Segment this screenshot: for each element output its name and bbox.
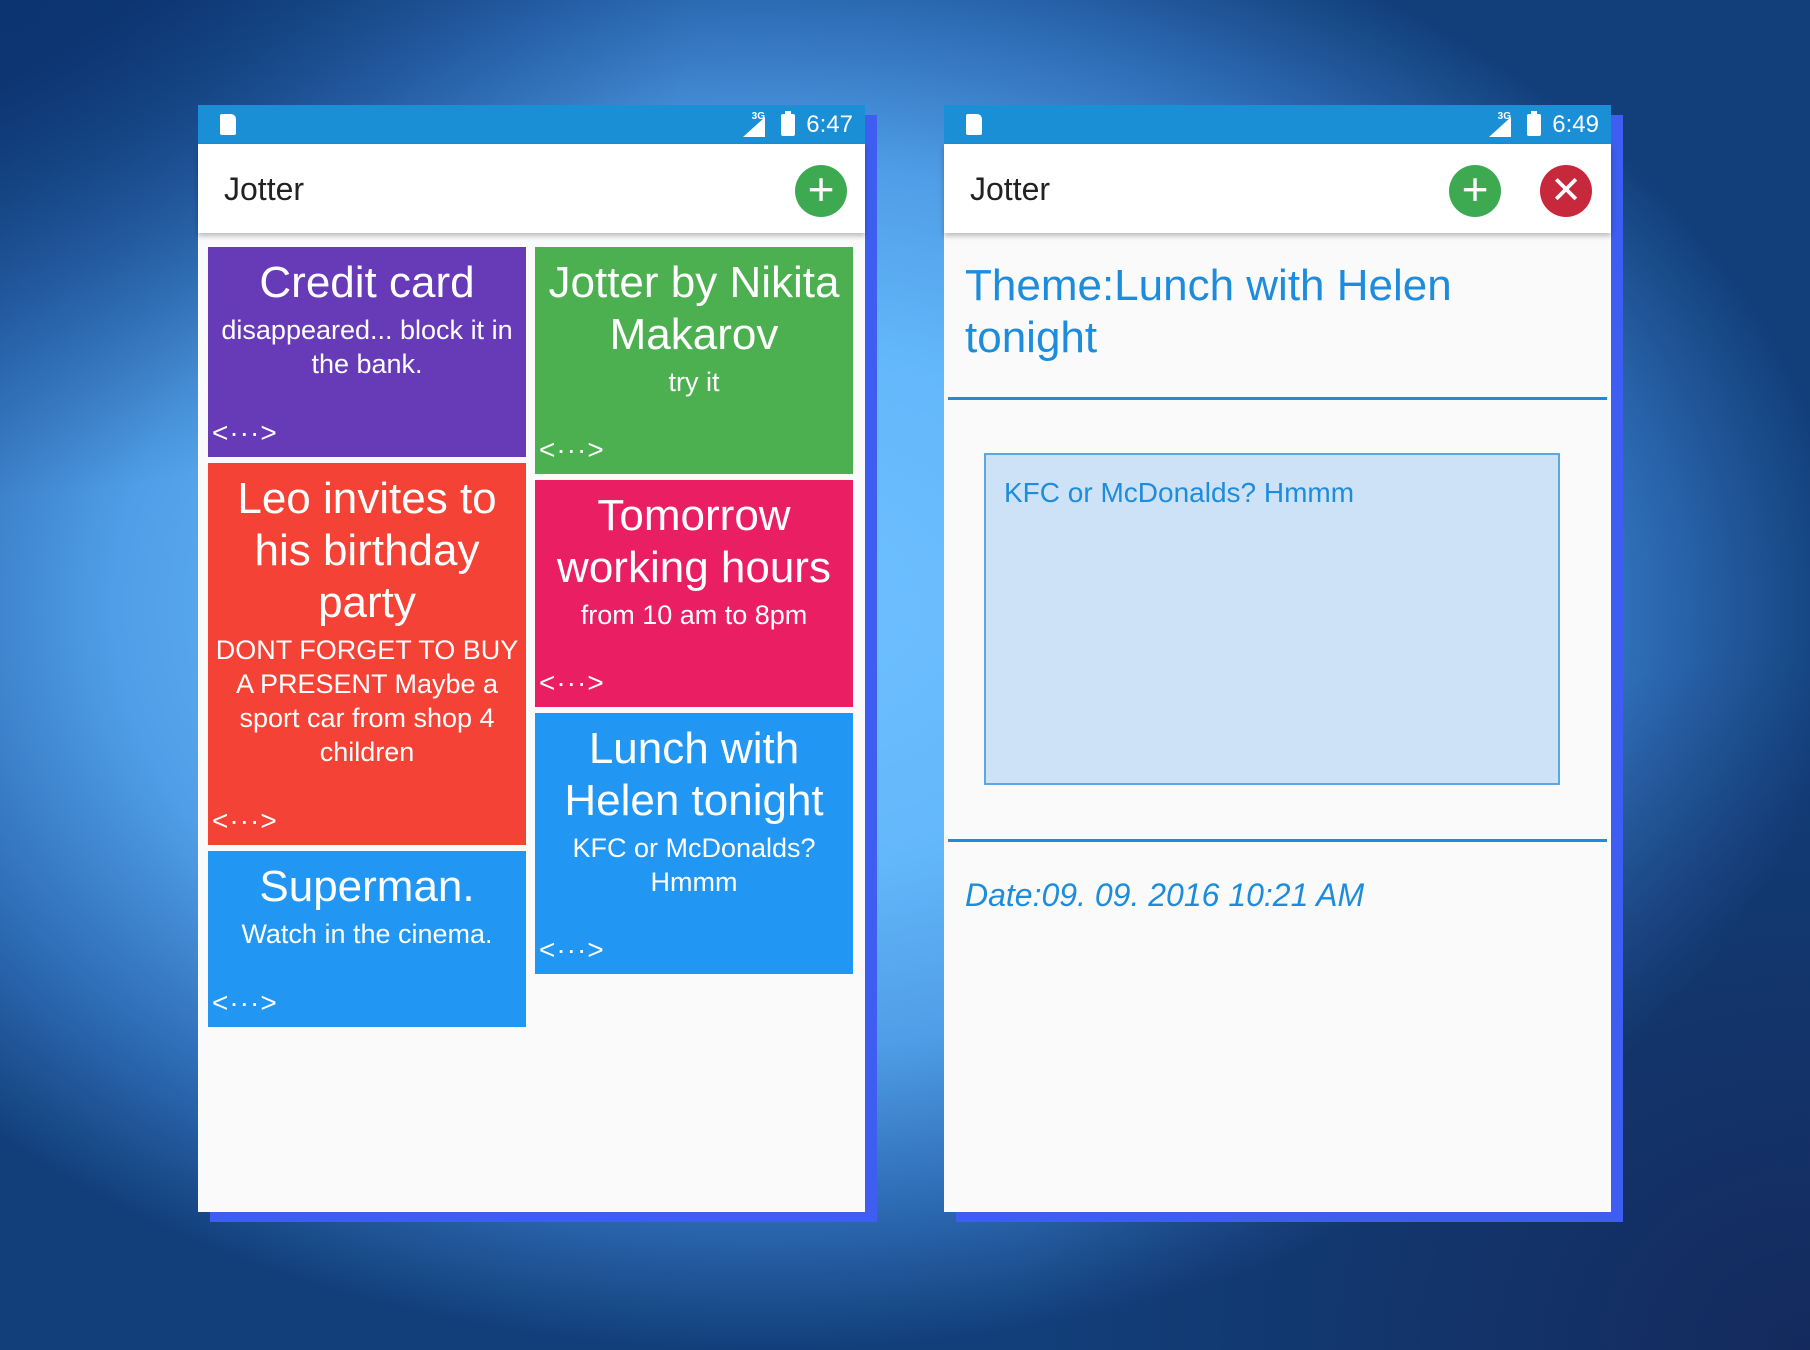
note-title: Superman.	[259, 862, 475, 911]
divider	[948, 839, 1607, 842]
sd-card-icon	[220, 114, 236, 135]
app-title: Jotter	[970, 171, 1051, 207]
note-theme[interactable]: Theme:Lunch with Helen tonight	[965, 260, 1585, 364]
plus-icon: +	[1461, 163, 1489, 215]
note-body: KFC or McDonalds? Hmmm	[572, 833, 816, 897]
note-text-value: KFC or McDonalds? Hmmm	[1004, 477, 1355, 508]
battery-icon	[781, 111, 795, 136]
more-icon[interactable]: <···>	[212, 805, 278, 837]
note-card[interactable]: Leo invites to his birthday party DONT F…	[208, 463, 526, 845]
phone-screen-detail: 3G 6:49 Jotter + ✕ Theme:Lunch with Hele…	[944, 105, 1611, 1212]
more-icon[interactable]: <···>	[539, 434, 605, 466]
note-card[interactable]: Lunch with Helen tonight KFC or McDonald…	[535, 713, 853, 974]
note-title: Leo invites to his birthday party	[237, 474, 497, 627]
more-icon[interactable]: <···>	[539, 934, 605, 966]
note-title: Lunch with Helen tonight	[564, 724, 824, 825]
network-type-label: 3G	[1497, 111, 1511, 122]
app-title: Jotter	[224, 171, 305, 207]
note-body: disappeared... block it in the bank.	[221, 315, 513, 379]
note-card[interactable]: Superman. Watch in the cinema. <···>	[208, 851, 526, 1027]
plus-icon: +	[807, 163, 835, 215]
note-body: from 10 am to 8pm	[580, 600, 808, 630]
battery-icon	[1527, 111, 1541, 136]
note-title: Jotter by Nikita Makarov	[548, 258, 840, 359]
note-title: Credit card	[259, 258, 475, 307]
app-bar: Jotter +	[198, 144, 865, 233]
add-note-button[interactable]: +	[1449, 165, 1501, 217]
note-card[interactable]: Credit card disappeared... block it in t…	[208, 247, 526, 457]
note-body: try it	[668, 367, 720, 397]
close-icon: ✕	[1550, 170, 1582, 212]
more-icon[interactable]: <···>	[212, 987, 278, 1019]
divider	[948, 397, 1607, 400]
note-text-field[interactable]: KFC or McDonalds? Hmmm	[984, 453, 1560, 785]
note-body: Watch in the cinema.	[241, 919, 493, 949]
status-bar: 3G 6:47	[198, 105, 865, 144]
status-time: 6:47	[806, 111, 853, 138]
note-date: Date:09. 09. 2016 10:21 AM	[965, 877, 1365, 913]
status-time: 6:49	[1552, 111, 1599, 138]
sd-card-icon	[966, 114, 982, 135]
note-title: Tomorrow working hours	[557, 491, 831, 592]
note-body: DONT FORGET TO BUY A PRESENT Maybe a spo…	[215, 635, 519, 767]
app-bar: Jotter + ✕	[944, 144, 1611, 233]
note-card[interactable]: Tomorrow working hours from 10 am to 8pm…	[535, 480, 853, 707]
more-icon[interactable]: <···>	[212, 417, 278, 449]
close-note-button[interactable]: ✕	[1540, 165, 1592, 217]
note-card[interactable]: Jotter by Nikita Makarov try it <···>	[535, 247, 853, 474]
phone-screen-list: 3G 6:47 Jotter + Credit card disappeared…	[198, 105, 865, 1212]
more-icon[interactable]: <···>	[539, 667, 605, 699]
network-type-label: 3G	[751, 111, 765, 122]
status-bar: 3G 6:49	[944, 105, 1611, 144]
add-note-button[interactable]: +	[795, 165, 847, 217]
